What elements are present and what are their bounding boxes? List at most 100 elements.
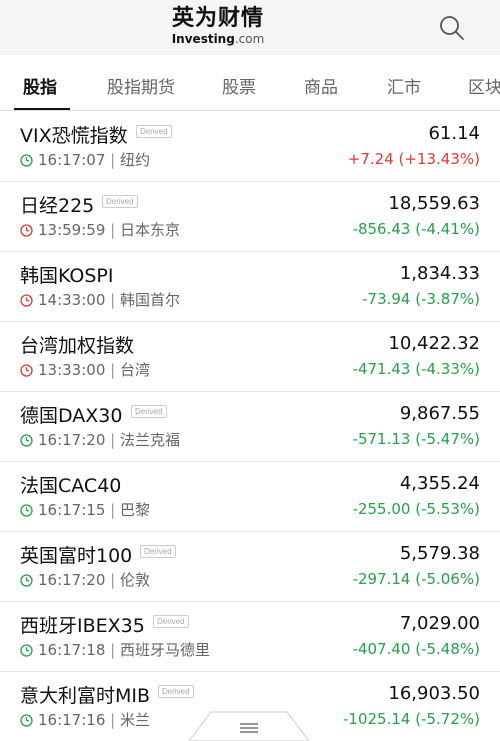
exchange-location: 巴黎 bbox=[119, 501, 150, 519]
index-price: 1,834.33 bbox=[399, 263, 480, 284]
clock-icon bbox=[20, 502, 33, 517]
index-row[interactable]: 西班牙IBEX35 Derived 7,029.00 16:17:18 | 西班牙马德… bbox=[0, 602, 500, 672]
separator: | bbox=[105, 641, 120, 659]
derived-badge: Derived bbox=[153, 615, 189, 628]
index-row[interactable]: 韩国KOSPI 1,834.33 14:33:00 | 韩国首尔 -73.94 (-3… bbox=[0, 252, 500, 322]
exchange-location: 台湾 bbox=[119, 361, 150, 379]
clock-icon bbox=[20, 572, 33, 587]
search-icon[interactable] bbox=[437, 13, 467, 43]
tab-crypto[interactable]: 区块 bbox=[468, 73, 500, 98]
tab-stocks[interactable]: 股票 bbox=[222, 73, 256, 98]
time-location: 16:17:15 | 巴黎 bbox=[38, 499, 150, 520]
update-time: 14:33:00 bbox=[38, 291, 106, 309]
index-name: 日经225 bbox=[20, 195, 95, 217]
index-row[interactable]: 法国CAC40 4,355.24 16:17:15 | 巴黎 -255.00 (-5.… bbox=[0, 462, 500, 532]
update-time: 13:33:00 bbox=[38, 361, 106, 379]
price-change: -255.00 (-5.53%) bbox=[352, 500, 480, 518]
price-change: +7.24 (+13.43%) bbox=[347, 150, 480, 168]
clock-icon bbox=[20, 712, 33, 727]
bottom-menu-handle[interactable] bbox=[188, 708, 310, 741]
index-name: 西班牙IBEX35 bbox=[20, 615, 145, 637]
price-change: -1025.14 (-5.72%) bbox=[343, 710, 480, 728]
price-change: -297.14 (-5.06%) bbox=[352, 570, 480, 588]
tab-forex[interactable]: 汇市 bbox=[387, 73, 421, 98]
derived-badge: Derived bbox=[140, 545, 176, 558]
update-time: 16:17:07 bbox=[38, 151, 106, 169]
update-time: 16:17:15 bbox=[38, 501, 106, 519]
time-location: 16:17:18 | 西班牙马德里 bbox=[38, 639, 210, 660]
separator: | bbox=[105, 431, 120, 449]
update-time: 16:17:20 bbox=[38, 431, 106, 449]
active-tab-indicator bbox=[14, 108, 70, 110]
logo-english: Investing.com bbox=[171, 32, 265, 46]
index-name: 意大利富时MIB bbox=[20, 685, 151, 707]
index-name: 英国富时100 bbox=[20, 545, 133, 567]
index-row[interactable]: VIX恐慌指数 Derived 61.14 16:17:07 | 纽约 +7.24 (+… bbox=[0, 112, 500, 182]
index-name: VIX恐慌指数 bbox=[20, 125, 128, 147]
clock-icon bbox=[20, 432, 33, 447]
index-name: 台湾加权指数 bbox=[20, 335, 135, 357]
time-location: 16:17:16 | 米兰 bbox=[38, 709, 150, 730]
separator: | bbox=[105, 501, 120, 519]
separator: | bbox=[105, 291, 120, 309]
clock-icon bbox=[20, 292, 33, 307]
logo[interactable]: 英为财情 Investing.com bbox=[163, 6, 273, 46]
time-location: 16:17:20 | 法兰克福 bbox=[38, 429, 180, 450]
index-price: 5,579.38 bbox=[399, 543, 480, 564]
time-location: 13:33:00 | 台湾 bbox=[38, 359, 150, 380]
logo-chinese: 英为财情 bbox=[171, 6, 264, 31]
derived-badge: Derived bbox=[136, 125, 172, 138]
index-row[interactable]: 台湾加权指数 10,422.32 13:33:00 | 台湾 -471.43 (-4.… bbox=[0, 322, 500, 392]
time-location: 13:59:59 | 日本东京 bbox=[38, 219, 180, 240]
separator: | bbox=[105, 571, 120, 589]
clock-icon bbox=[20, 152, 33, 167]
separator: | bbox=[105, 151, 120, 169]
index-name: 法国CAC40 bbox=[20, 475, 122, 497]
price-change: -856.43 (-4.41%) bbox=[352, 220, 480, 238]
derived-badge: Derived bbox=[158, 685, 194, 698]
index-price: 16,903.50 bbox=[388, 683, 480, 704]
index-name: 德国DAX30 bbox=[20, 405, 123, 427]
exchange-location: 韩国首尔 bbox=[119, 291, 180, 309]
tab-index-futures[interactable]: 股指期货 bbox=[107, 73, 175, 98]
derived-badge: Derived bbox=[131, 405, 167, 418]
index-list: VIX恐慌指数 Derived 61.14 16:17:07 | 纽约 +7.24 (+… bbox=[0, 112, 500, 741]
separator: | bbox=[105, 711, 120, 729]
index-price: 9,867.55 bbox=[399, 403, 480, 424]
exchange-location: 日本东京 bbox=[119, 221, 180, 239]
app-header: 英为财情 Investing.com bbox=[0, 0, 500, 55]
index-price: 61.14 bbox=[428, 123, 480, 144]
exchange-location: 法兰克福 bbox=[119, 431, 180, 449]
price-change: -73.94 (-3.87%) bbox=[362, 290, 480, 308]
tab-commodities[interactable]: 商品 bbox=[304, 73, 338, 98]
index-row[interactable]: 英国富时100 Derived 5,579.38 16:17:20 | 伦敦 -297.… bbox=[0, 532, 500, 602]
index-price: 10,422.32 bbox=[388, 333, 480, 354]
exchange-location: 西班牙马德里 bbox=[119, 641, 210, 659]
exchange-location: 米兰 bbox=[119, 711, 150, 729]
clock-icon bbox=[20, 642, 33, 657]
update-time: 16:17:20 bbox=[38, 571, 106, 589]
time-location: 16:17:20 | 伦敦 bbox=[38, 569, 150, 590]
price-change: -571.13 (-5.47%) bbox=[352, 430, 480, 448]
clock-icon bbox=[20, 222, 33, 237]
separator: | bbox=[105, 361, 120, 379]
exchange-location: 伦敦 bbox=[119, 571, 150, 589]
update-time: 13:59:59 bbox=[38, 221, 106, 239]
index-name: 韩国KOSPI bbox=[20, 265, 114, 287]
exchange-location: 纽约 bbox=[119, 151, 150, 169]
time-location: 16:17:07 | 纽约 bbox=[38, 149, 150, 170]
update-time: 16:17:18 bbox=[38, 641, 106, 659]
index-price: 7,029.00 bbox=[399, 613, 480, 634]
price-change: -407.40 (-5.48%) bbox=[352, 640, 480, 658]
separator: | bbox=[105, 221, 120, 239]
index-row[interactable]: 日经225 Derived 18,559.63 13:59:59 | 日本东京 -856… bbox=[0, 182, 500, 252]
clock-icon bbox=[20, 362, 33, 377]
tab-indices[interactable]: 股指 bbox=[23, 73, 57, 98]
index-row[interactable]: 德国DAX30 Derived 9,867.55 16:17:20 | 法兰克福 -57… bbox=[0, 392, 500, 462]
time-location: 14:33:00 | 韩国首尔 bbox=[38, 289, 180, 310]
category-tabs: 股指 股指期货 股票 商品 汇市 区块 bbox=[0, 55, 500, 111]
price-change: -471.43 (-4.33%) bbox=[352, 360, 480, 378]
derived-badge: Derived bbox=[102, 195, 138, 208]
index-price: 4,355.24 bbox=[399, 473, 480, 494]
update-time: 16:17:16 bbox=[38, 711, 106, 729]
